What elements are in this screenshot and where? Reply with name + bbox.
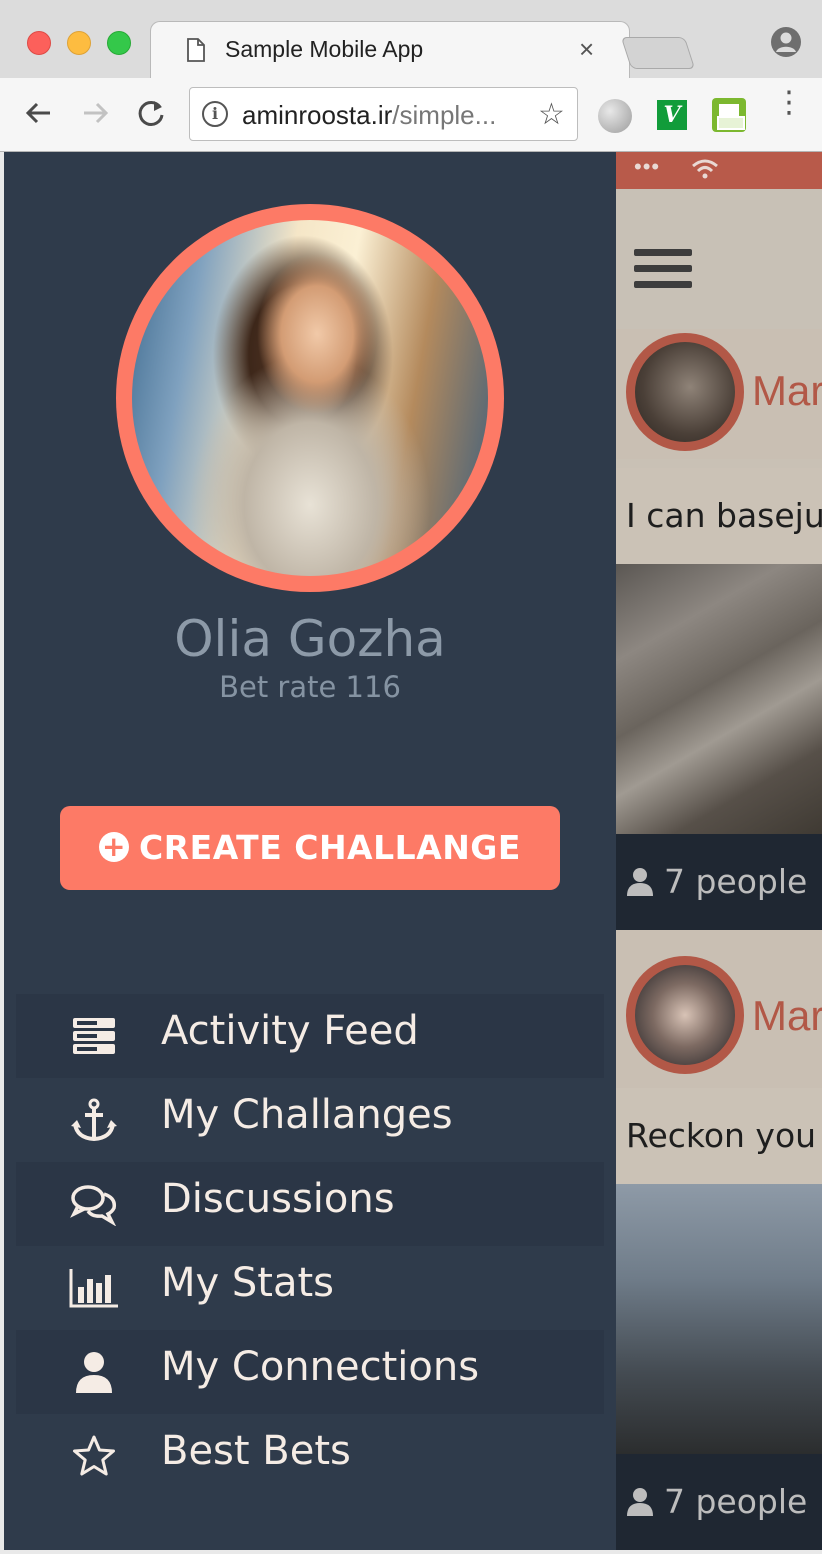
info-icon[interactable]: i [202,101,228,127]
card-author-name: Mar [752,367,822,414]
card-text: I can basejur [626,496,822,535]
create-challenge-label: CREATE CHALLANGE [139,828,521,867]
forward-arrow-icon[interactable] [78,96,112,130]
menu-label: My Stats [161,1260,335,1306]
menu-label: Best Bets [161,1428,351,1474]
window-close-button[interactable] [27,31,51,55]
menu-label: My Connections [161,1344,480,1390]
signal-dots-icon: ••• [634,154,661,179]
hamburger-menu-icon[interactable] [634,249,692,297]
profile-photo [132,220,488,576]
menu-label: Activity Feed [161,1008,419,1054]
create-challenge-button[interactable]: + CREATE CHALLANGE [60,806,560,890]
menu-item-my-stats[interactable]: My Stats [16,1246,604,1330]
menu-item-my-challanges[interactable]: My Challanges [16,1078,604,1162]
side-drawer: Olia Gozha Bet rate 116 + CREATE CHALLANG… [4,152,616,1550]
card-photo [616,1184,822,1454]
user-icon [627,868,653,896]
print-extension-icon[interactable] [712,98,746,132]
user-icon [68,1348,120,1396]
anchor-icon [68,1096,120,1144]
url-text: aminroosta.ir/simple... [242,100,496,131]
wifi-icon [692,159,718,179]
window-maximize-button[interactable] [107,31,131,55]
menu-label: Discussions [161,1176,395,1222]
reload-icon[interactable] [134,96,168,130]
menu-label: My Challanges [161,1092,453,1138]
tab-title: Sample Mobile App [225,36,424,62]
status-bar: ••• [616,152,822,189]
feed-card-text: Reckon you [616,1088,822,1184]
avatar [626,956,744,1074]
menu-item-activity-feed[interactable]: Activity Feed [16,994,604,1078]
browser-toolbar: i aminroosta.ir/simple... ☆ V ⋮ [0,78,822,152]
page-icon [187,38,205,62]
tab-bar: Sample Mobile App × [0,0,822,79]
feed-card-header: Mar [616,930,822,1088]
app-viewport: ••• Mar I can basejur 7 people Mar Recko… [4,152,822,1550]
menu-item-discussions[interactable]: Discussions [16,1162,604,1246]
profile-icon[interactable] [770,26,802,58]
url-host: aminroosta.ir [242,100,393,130]
feed-card-header: Mar [616,329,822,459]
menu-item-best-bets[interactable]: Best Bets [16,1414,604,1498]
avatar [626,333,744,451]
url-path: /simple... [392,100,497,130]
card-photo [616,564,822,834]
new-tab-button[interactable] [620,37,696,69]
window-minimize-button[interactable] [67,31,91,55]
back-arrow-icon[interactable] [22,96,56,130]
card-author-name: Mar [752,992,822,1039]
feed-card-text: I can basejur [616,468,822,564]
profile-name: Olia Gozha [174,610,446,668]
bookmark-star-icon[interactable]: ☆ [538,97,565,132]
address-bar[interactable]: i aminroosta.ir/simple... ☆ [189,87,578,141]
browser-menu-icon[interactable]: ⋮ [774,88,804,118]
participants-count: 7 people [664,1482,808,1521]
browser-tab[interactable]: Sample Mobile App × [150,21,630,79]
browser-chrome: Sample Mobile App × i aminroosta.ir/simp… [0,0,822,152]
feed-card-footer: 7 people [616,1454,822,1550]
profile-avatar[interactable] [116,204,504,592]
v-extension-icon[interactable]: V [657,100,687,130]
globe-extension-icon[interactable] [598,99,632,133]
bet-rate: Bet rate 116 [219,670,401,704]
bar-chart-icon [68,1264,120,1312]
drawer-menu: Activity Feed My Challanges Discussions … [16,994,604,1498]
star-icon [68,1432,120,1480]
feed-header [616,189,822,329]
card-text: Reckon you [626,1116,817,1155]
activity-feed-icon [68,1012,120,1060]
plus-circle-icon: + [99,831,130,862]
menu-item-my-connections[interactable]: My Connections [16,1330,604,1414]
tab-close-icon[interactable]: × [579,34,594,65]
user-icon [627,1488,653,1516]
participants-count: 7 people [664,862,808,901]
feed-card-footer: 7 people [616,834,822,930]
background-feed: ••• Mar I can basejur 7 people Mar Recko… [616,152,822,1550]
comments-icon [68,1180,120,1228]
